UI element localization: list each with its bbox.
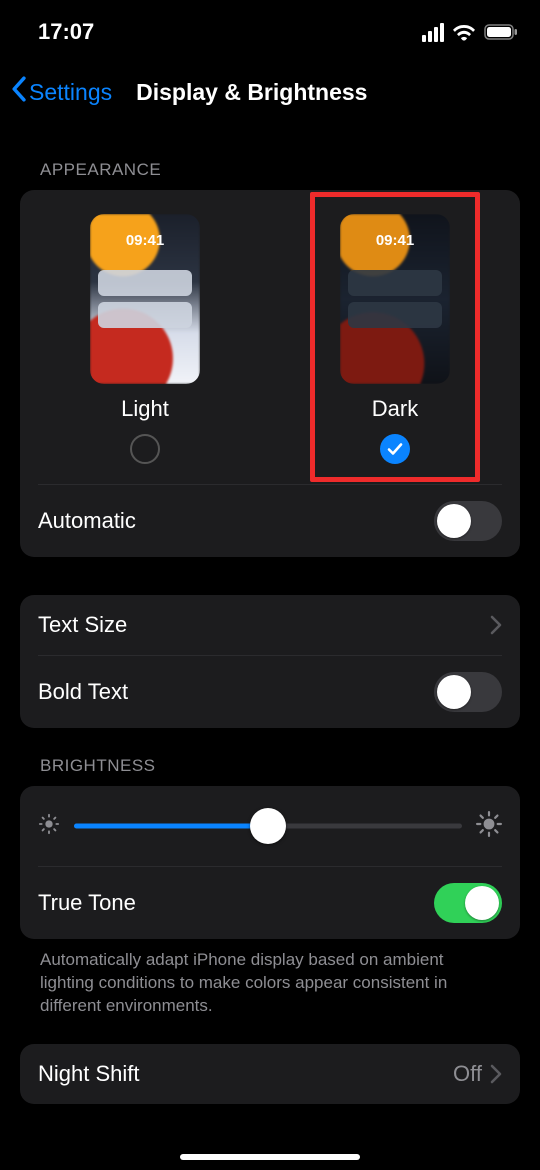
section-header-brightness: BRIGHTNESS: [40, 756, 520, 776]
status-time: 17:07: [38, 19, 94, 45]
appearance-option-light[interactable]: 09:41 Light: [50, 214, 240, 464]
automatic-toggle[interactable]: [434, 501, 502, 541]
preview-time-light: 09:41: [90, 232, 200, 249]
text-card: Text Size Bold Text: [20, 595, 520, 728]
appearance-card: 09:41 Light 09:41 Dark: [20, 190, 520, 557]
home-indicator[interactable]: [180, 1154, 360, 1160]
status-bar: 17:07: [0, 0, 540, 54]
light-preview: 09:41: [90, 214, 200, 384]
back-label: Settings: [29, 79, 112, 106]
section-header-appearance: APPEARANCE: [40, 160, 520, 180]
light-radio[interactable]: [130, 434, 160, 464]
checkmark-icon: [386, 440, 404, 458]
sun-high-icon: [476, 811, 502, 842]
nav-bar: Settings Display & Brightness: [0, 64, 540, 120]
text-size-row[interactable]: Text Size: [20, 595, 520, 655]
brightness-card: True Tone: [20, 786, 520, 939]
bold-text-label: Bold Text: [38, 679, 128, 705]
automatic-row: Automatic: [20, 485, 520, 557]
true-tone-row: True Tone: [20, 867, 520, 939]
dark-label: Dark: [372, 396, 418, 422]
true-tone-description: Automatically adapt iPhone display based…: [20, 939, 520, 1018]
night-shift-label: Night Shift: [38, 1061, 140, 1087]
dark-radio[interactable]: [380, 434, 410, 464]
automatic-label: Automatic: [38, 508, 136, 534]
sun-low-icon: [38, 813, 60, 840]
chevron-left-icon: [10, 76, 27, 108]
night-shift-value: Off: [453, 1061, 482, 1087]
appearance-chooser: 09:41 Light 09:41 Dark: [20, 190, 520, 484]
true-tone-label: True Tone: [38, 890, 136, 916]
dark-preview: 09:41: [340, 214, 450, 384]
page-title: Display & Brightness: [112, 79, 530, 106]
light-label: Light: [121, 396, 169, 422]
night-shift-card: Night Shift Off: [20, 1044, 520, 1104]
brightness-slider-row: [20, 786, 520, 866]
true-tone-toggle[interactable]: [434, 883, 502, 923]
bold-text-toggle[interactable]: [434, 672, 502, 712]
preview-time-dark: 09:41: [340, 232, 450, 249]
brightness-slider[interactable]: [74, 806, 462, 846]
back-button[interactable]: Settings: [10, 76, 112, 108]
chevron-right-icon: [490, 1064, 502, 1084]
wifi-icon: [452, 23, 476, 41]
bold-text-row: Bold Text: [20, 656, 520, 728]
status-right: [422, 23, 518, 42]
text-size-label: Text Size: [38, 612, 127, 638]
night-shift-row[interactable]: Night Shift Off: [20, 1044, 520, 1104]
chevron-right-icon: [490, 615, 502, 635]
cellular-signal-icon: [422, 23, 444, 42]
battery-icon: [484, 24, 518, 40]
appearance-option-dark[interactable]: 09:41 Dark: [300, 214, 490, 464]
